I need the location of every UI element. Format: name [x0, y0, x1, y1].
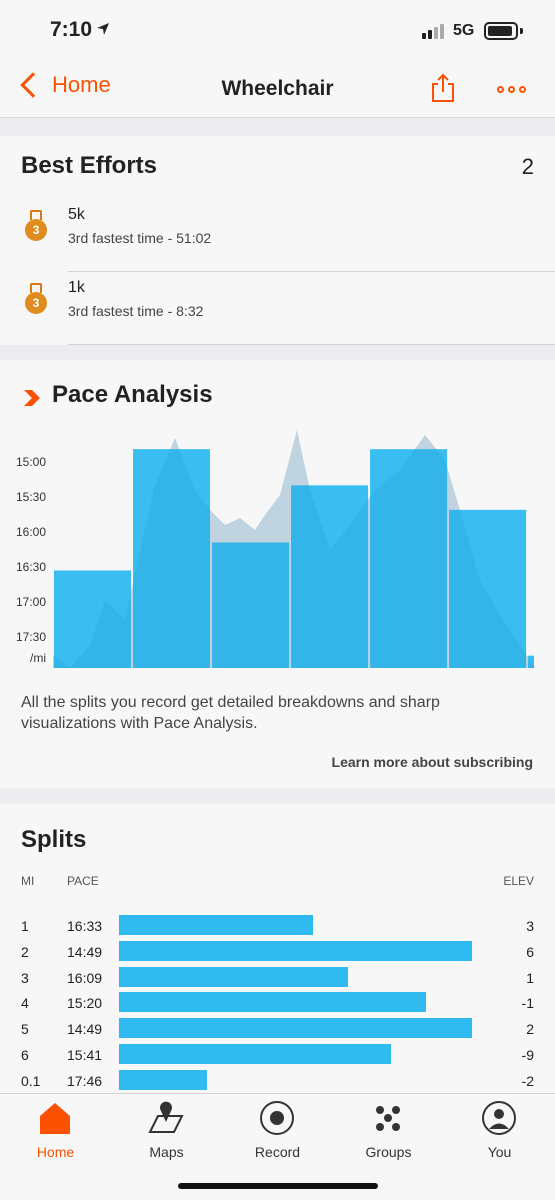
tab-record[interactable]: Record — [222, 1100, 333, 1162]
split-row: 2 14:49 6 — [0, 940, 555, 964]
effort-name: 1k — [68, 279, 85, 296]
split-row: 0.1 17:46 -2 — [0, 1069, 555, 1093]
split-bar — [119, 940, 472, 961]
pace-analysis-card: Pace Analysis 15:00 15:30 16:00 16:30 17:00 1… — [0, 360, 555, 788]
split-row: 3 16:09 1 — [0, 966, 555, 990]
status-bar: 7:10 5G — [0, 0, 555, 60]
tab-groups[interactable]: Groups — [333, 1100, 444, 1162]
profile-icon — [482, 1101, 516, 1135]
medal-icon: 3 — [25, 283, 47, 317]
home-indicator — [178, 1183, 378, 1189]
splits-title: Splits — [21, 826, 87, 853]
split-elev: 3 — [526, 918, 534, 934]
split-elev: -1 — [521, 995, 534, 1012]
split-mile: 0.1 — [21, 1072, 41, 1089]
split-row: 4 15:20 -1 — [0, 991, 555, 1015]
groups-icon — [376, 1106, 400, 1131]
best-efforts-card: Best Efforts 2 3 5k 3rd fastest time - 5… — [0, 136, 555, 345]
best-effort-item[interactable]: 3 1k 3rd fastest time - 8:32 — [0, 273, 555, 345]
status-time: 7:10 — [50, 18, 93, 41]
split-pace: 14:49 — [67, 943, 103, 960]
elevation-overlay — [53, 430, 535, 668]
tab-home[interactable]: Home — [0, 1100, 111, 1162]
pace-analysis-title: Pace Analysis — [52, 381, 213, 408]
divider — [68, 271, 555, 272]
best-effort-item[interactable]: 3 5k 3rd fastest time - 51:02 — [0, 200, 555, 272]
split-pace: 15:41 — [67, 1047, 103, 1063]
network-type: 5G — [453, 22, 475, 39]
tab-maps[interactable]: Maps — [111, 1100, 222, 1162]
split-mile: 1 — [21, 918, 29, 934]
split-bar — [119, 915, 314, 935]
y-tick-label: 17:00 — [16, 595, 46, 609]
split-bar — [119, 992, 427, 1013]
back-button[interactable]: Home — [14, 72, 111, 98]
pace-analysis-description: All the splits you record get detailed b… — [21, 694, 440, 732]
effort-detail: 3rd fastest time - 51:02 — [68, 230, 212, 246]
split-elev: 6 — [526, 943, 534, 960]
split-row: 6 15:41 -9 — [0, 1043, 555, 1067]
y-tick-label: 15:00 — [16, 455, 46, 469]
split-row: 1 16:33 3 — [0, 914, 555, 938]
split-bar — [119, 966, 349, 987]
split-mile: 2 — [21, 943, 29, 960]
location-arrow-icon — [97, 23, 109, 35]
best-efforts-title: Best Efforts — [21, 152, 158, 179]
split-pace: 17:46 — [67, 1072, 103, 1089]
split-mile: 3 — [21, 969, 29, 986]
split-mile: 6 — [21, 1047, 29, 1063]
nav-bar: Home Wheelchair — [0, 60, 555, 118]
column-elev: ELEV — [503, 874, 534, 888]
column-mi: MI — [21, 874, 35, 888]
splits-card: Splits MI PACE ELEV 1 16:33 3 2 14:49 6 3 16:09… — [0, 804, 555, 1104]
record-icon — [260, 1101, 294, 1135]
learn-more-link[interactable]: Learn more about subscribing — [332, 754, 533, 770]
split-mile: 4 — [21, 995, 29, 1012]
split-elev: -2 — [521, 1072, 534, 1089]
split-elev: 1 — [526, 969, 534, 986]
tab-you[interactable]: You — [444, 1100, 555, 1162]
back-label: Home — [52, 72, 111, 97]
split-pace: 15:20 — [67, 995, 103, 1012]
battery-icon — [484, 22, 518, 40]
split-elev: -9 — [521, 1047, 534, 1063]
split-pace: 14:49 — [67, 1021, 103, 1038]
split-bar — [119, 1018, 472, 1039]
y-unit-label: /mi — [30, 651, 46, 665]
best-efforts-count: 2 — [521, 154, 534, 179]
split-bar — [119, 1044, 391, 1064]
medal-icon: 3 — [25, 210, 47, 244]
divider — [68, 344, 555, 345]
y-tick-label: 15:30 — [16, 490, 46, 504]
share-icon[interactable] — [430, 73, 456, 103]
split-pace: 16:33 — [67, 918, 103, 934]
signal-icon — [422, 24, 444, 39]
split-mile: 5 — [21, 1021, 29, 1038]
pace-chart: 15:00 15:30 16:00 16:30 17:00 17:30/mi — [16, 430, 535, 668]
home-icon — [40, 1103, 70, 1134]
split-elev: 2 — [526, 1021, 534, 1038]
y-tick-label: 16:30 — [16, 560, 46, 574]
effort-detail: 3rd fastest time - 8:32 — [68, 303, 204, 319]
split-bar — [119, 1069, 208, 1090]
chevron-left-icon — [20, 72, 46, 98]
y-tick-label: 17:30 — [16, 630, 46, 644]
effort-name: 5k — [68, 206, 85, 223]
more-icon[interactable] — [497, 86, 526, 93]
map-icon — [148, 1101, 184, 1133]
y-tick-label: 16:00 — [16, 525, 46, 539]
split-pace: 16:09 — [67, 969, 103, 986]
summit-chevron-icon — [24, 390, 40, 406]
column-pace: PACE — [67, 874, 99, 888]
split-row: 5 14:49 2 — [0, 1017, 555, 1041]
